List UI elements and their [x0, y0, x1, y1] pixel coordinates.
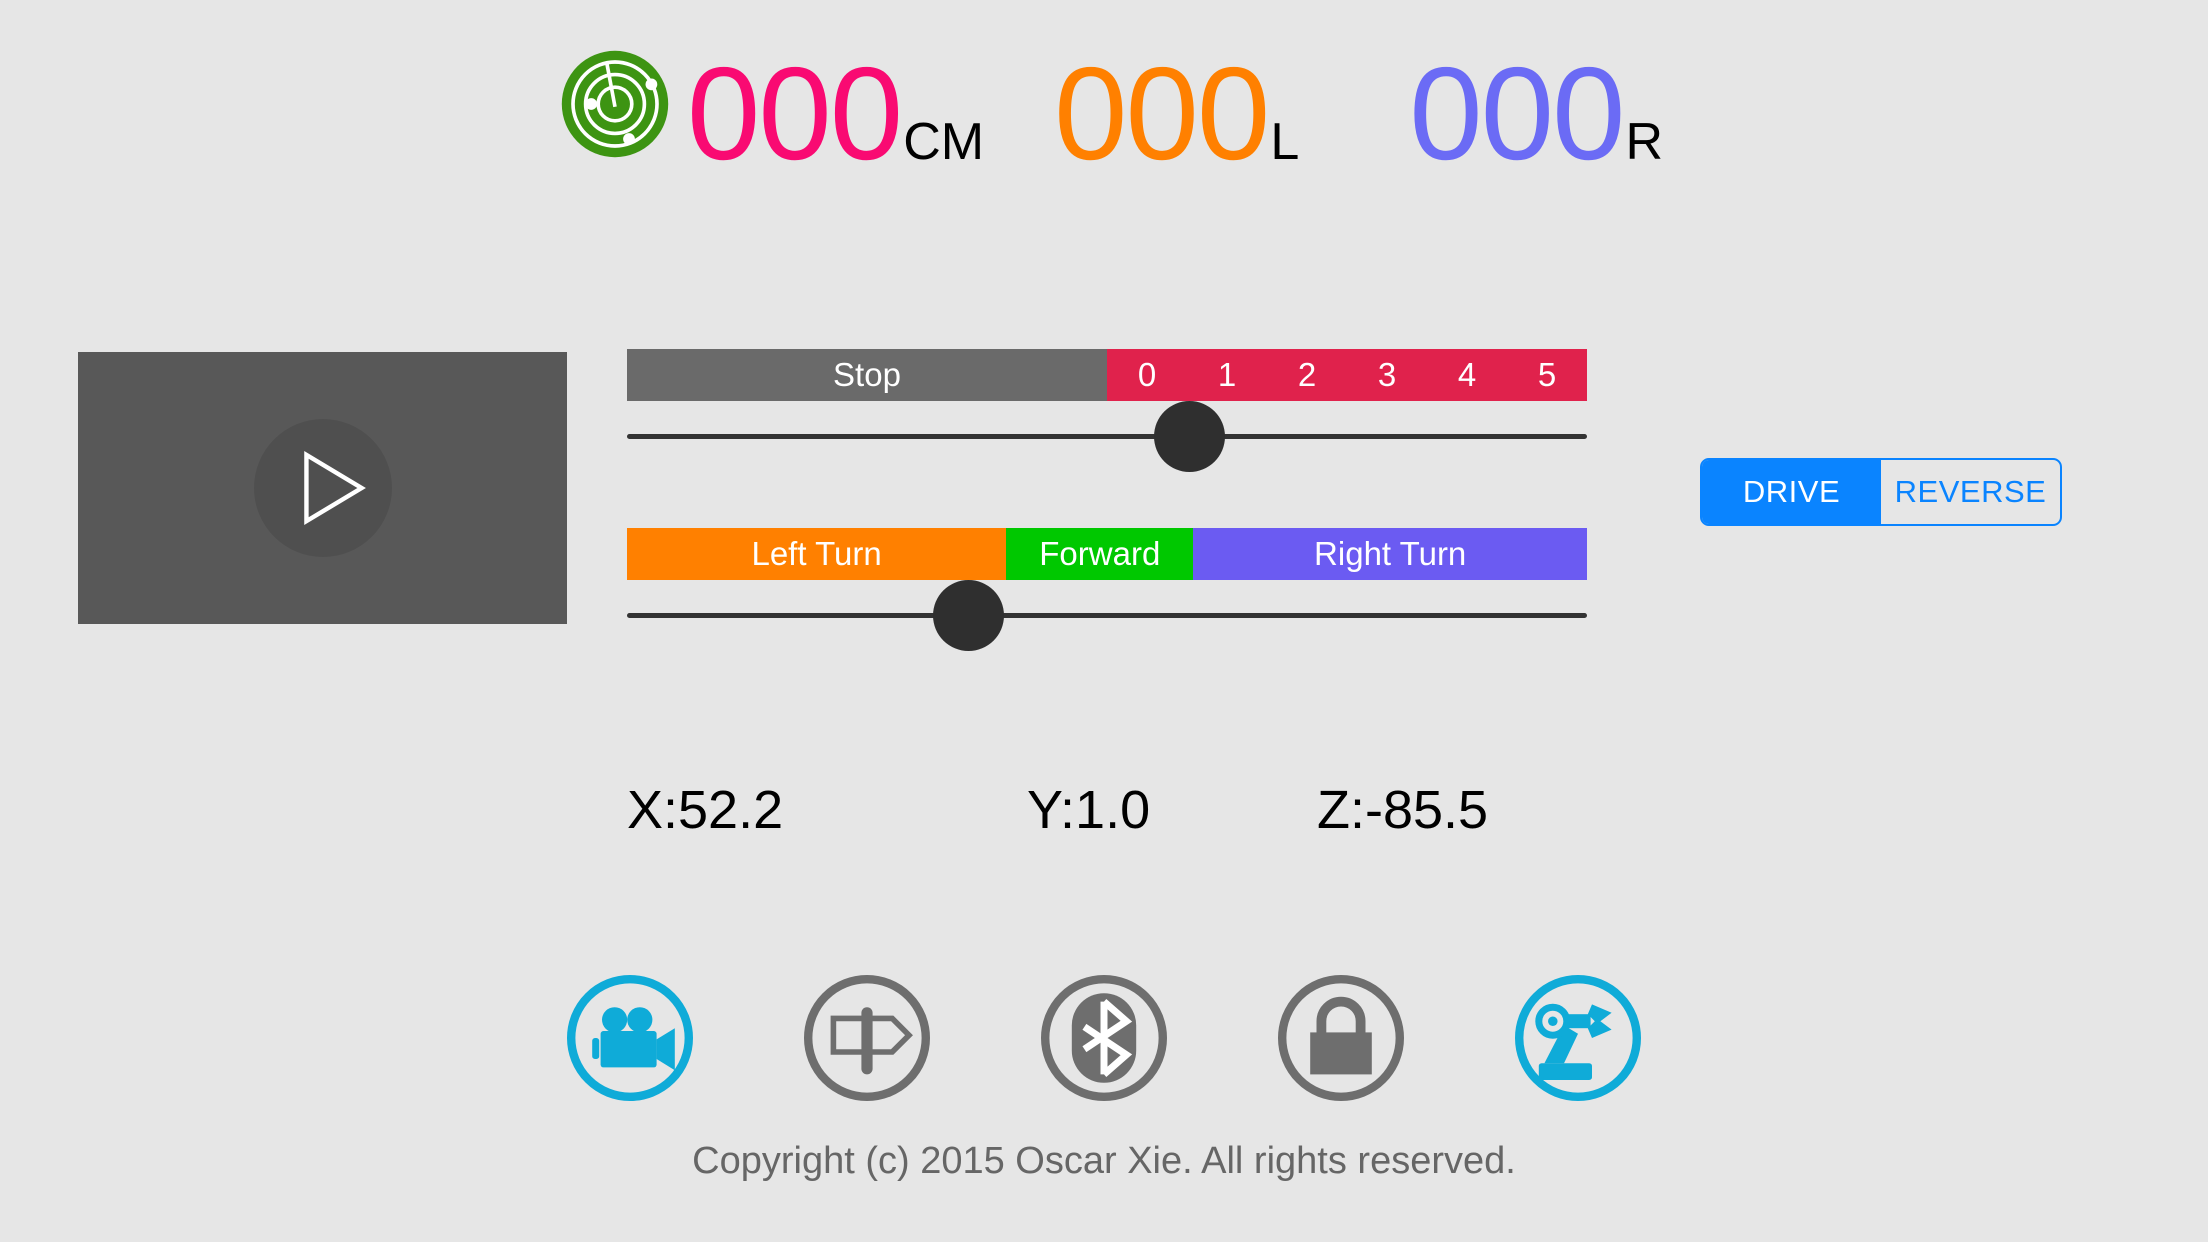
camera-icon[interactable] — [560, 968, 700, 1108]
speed-tick: 4 — [1457, 356, 1477, 393]
speed-tick: 2 — [1297, 356, 1317, 393]
play-icon — [303, 450, 366, 526]
distance-readout: 000 CM — [687, 48, 984, 180]
speed-stop-band: Stop — [627, 349, 1107, 401]
direction-thumb[interactable] — [932, 580, 1004, 651]
direction-band-row: Left Turn Forward Right Turn — [627, 528, 1587, 580]
right-readout: 000 R — [1409, 48, 1663, 180]
distance-unit: CM — [903, 113, 985, 171]
speed-slider[interactable]: Stop 0 1 2 3 4 5 — [627, 349, 1587, 472]
speed-track-row[interactable] — [627, 401, 1587, 472]
direction-segment: Right Turn — [1193, 528, 1587, 580]
right-value: 000 — [1409, 40, 1625, 187]
direction-slider[interactable]: Left Turn Forward Right Turn — [627, 528, 1587, 651]
copyright-text: Copyright (c) 2015 Oscar Xie. All rights… — [692, 1140, 1516, 1182]
drive-segment[interactable]: DRIVE — [1702, 460, 1881, 524]
speed-tick: 3 — [1377, 356, 1397, 393]
lock-icon[interactable] — [1271, 968, 1411, 1108]
direction-track[interactable] — [627, 613, 1587, 618]
distance-value: 000 — [686, 40, 903, 187]
video-player[interactable] — [78, 352, 567, 624]
signpost-icon[interactable] — [797, 968, 937, 1108]
orientation-row: X:52.2 Y:1.0 Z:-85.5 — [627, 779, 1587, 841]
radar-icon — [545, 34, 685, 174]
speed-thumb[interactable] — [1153, 401, 1225, 472]
play-button[interactable] — [253, 419, 392, 557]
reverse-label: REVERSE — [1894, 474, 2047, 509]
direction-segment: Forward — [1006, 528, 1194, 580]
speed-value-band: 0 1 2 3 4 5 — [1107, 349, 1587, 401]
drive-reverse-toggle[interactable]: DRIVE REVERSE — [1700, 458, 2062, 526]
left-unit: L — [1270, 113, 1300, 171]
reverse-segment[interactable]: REVERSE — [1881, 460, 2060, 524]
orientation-x: X:52.2 — [627, 780, 784, 840]
speed-band-row: Stop 0 1 2 3 4 5 — [627, 349, 1587, 401]
robot-arm-icon[interactable] — [1508, 968, 1648, 1108]
drive-label: DRIVE — [1742, 474, 1841, 509]
direction-track-row[interactable] — [627, 580, 1587, 651]
direction-segment: Left Turn — [627, 528, 1007, 580]
speed-stop-label: Stop — [833, 356, 901, 393]
speed-tick: 0 — [1137, 356, 1157, 393]
speed-tick-list: 0 1 2 3 4 5 — [1107, 349, 1587, 401]
orientation-z: Z:-85.5 — [1317, 780, 1489, 840]
speed-track[interactable] — [627, 434, 1587, 439]
speed-tick: 1 — [1217, 356, 1237, 393]
left-value: 000 — [1054, 40, 1270, 187]
left-readout: 000 L — [1054, 48, 1299, 180]
readout-row: 000 CM 000 L 000 R — [0, 34, 2208, 180]
orientation-y: Y:1.0 — [1027, 780, 1151, 840]
speed-tick: 5 — [1537, 356, 1557, 393]
toolbar — [560, 968, 1648, 1108]
right-unit: R — [1625, 113, 1664, 171]
bluetooth-icon[interactable] — [1034, 968, 1174, 1108]
app-root: 000 CM 000 L 000 R Stop 0 1 2 3 4 5 Left Turn… — [0, 0, 2208, 1242]
